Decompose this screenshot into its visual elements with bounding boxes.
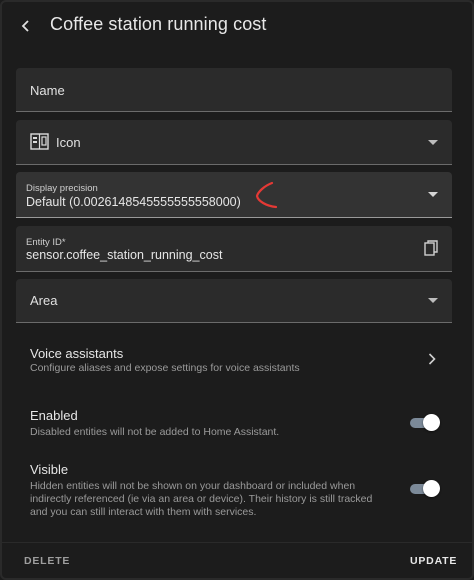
entity-id-value: sensor.coffee_station_running_cost xyxy=(26,248,223,262)
display-precision-value: Default (0.0026148545555555558000) xyxy=(26,195,241,209)
copy-icon[interactable] xyxy=(424,240,438,256)
voice-assistants-subtitle: Configure aliases and expose settings fo… xyxy=(30,362,300,374)
enabled-title: Enabled xyxy=(30,408,78,423)
toggle-thumb xyxy=(423,414,440,431)
enabled-row: Enabled Disabled entities will not be ad… xyxy=(2,402,472,446)
back-arrow-icon xyxy=(21,20,29,32)
toggle-thumb xyxy=(423,480,440,497)
name-field-label: Name xyxy=(30,83,65,98)
icon-picker[interactable]: Icon xyxy=(16,120,452,165)
name-field[interactable]: Name xyxy=(16,68,452,112)
delete-button[interactable]: DELETE xyxy=(24,555,70,567)
entity-id-field[interactable]: Entity ID* sensor.coffee_station_running… xyxy=(16,226,452,272)
enabled-toggle[interactable] xyxy=(410,413,440,433)
area-select[interactable]: Area xyxy=(16,279,452,323)
visible-toggle[interactable] xyxy=(410,479,440,499)
dialog-footer xyxy=(2,542,472,578)
dropdown-arrow-icon xyxy=(428,192,438,197)
dialog-header: Coffee station running cost xyxy=(2,2,472,48)
icon-preview-icon xyxy=(30,133,49,150)
visible-subtitle-line: and you can still interact with them wit… xyxy=(30,506,257,518)
display-precision-select[interactable]: Display precision Default (0.00261485455… xyxy=(16,172,452,218)
visible-subtitle-line: indirectly referenced (ie via an area or… xyxy=(30,493,373,505)
icon-field-label: Icon xyxy=(56,135,81,150)
back-button[interactable] xyxy=(14,14,38,38)
visible-subtitle-line: Hidden entities will not be shown on you… xyxy=(30,480,356,492)
chevron-right-icon xyxy=(428,353,436,365)
voice-assistants-title: Voice assistants xyxy=(30,346,124,361)
entity-id-label: Entity ID* xyxy=(26,237,66,248)
dropdown-arrow-icon xyxy=(428,298,438,303)
red-annotation-mark xyxy=(255,181,278,209)
enabled-subtitle: Disabled entities will not be added to H… xyxy=(30,426,280,438)
entity-settings-dialog: Coffee station running cost Name Icon Di… xyxy=(0,0,474,580)
visible-row: Visible Hidden entities will not be show… xyxy=(2,458,472,522)
page-title: Coffee station running cost xyxy=(50,14,267,34)
area-field-label: Area xyxy=(30,293,58,308)
update-button[interactable]: UPDATE xyxy=(410,555,457,567)
visible-title: Visible xyxy=(30,462,69,477)
display-precision-label: Display precision xyxy=(26,183,98,194)
dropdown-arrow-icon xyxy=(428,140,438,145)
voice-assistants-row[interactable]: Voice assistants Configure aliases and e… xyxy=(2,338,472,382)
